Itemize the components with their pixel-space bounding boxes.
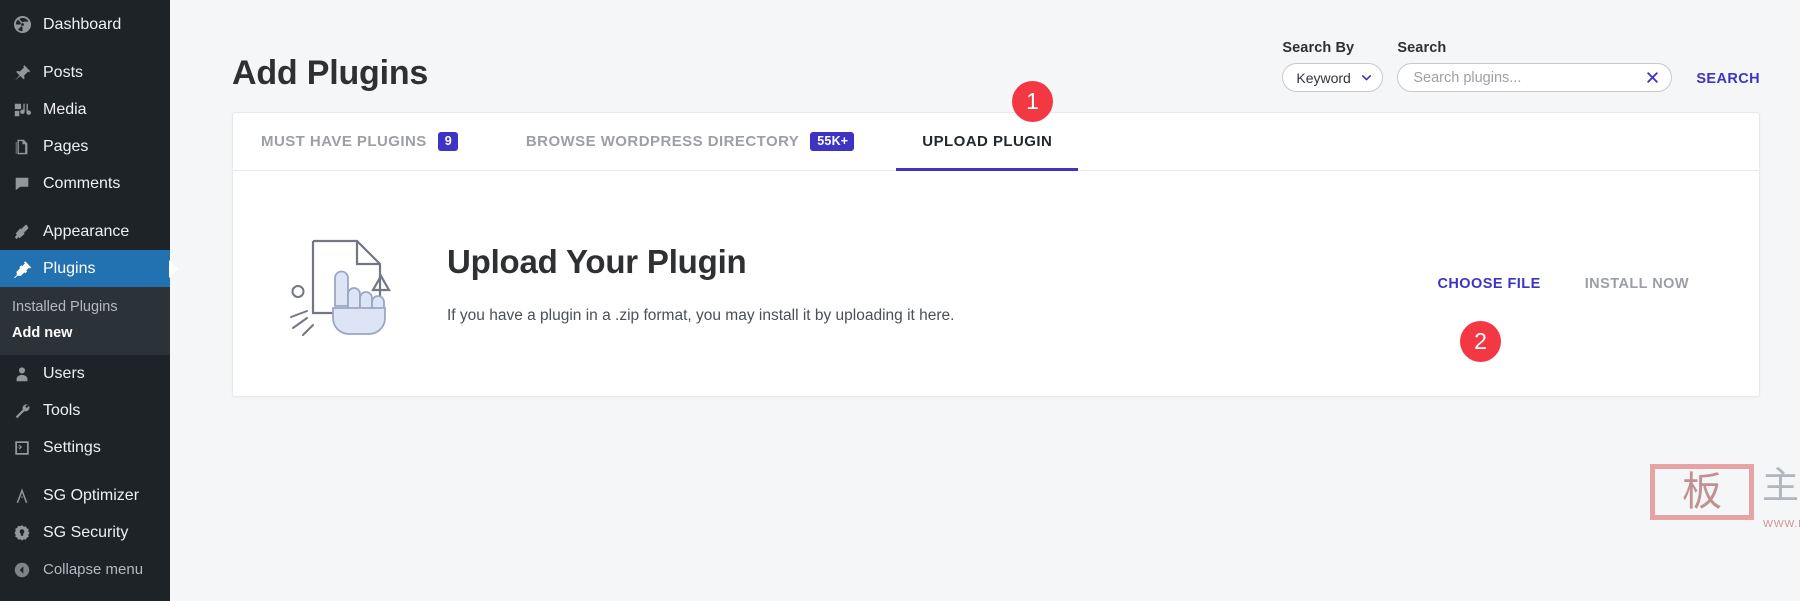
dashboard-icon [10,15,34,35]
comment-icon [10,174,34,194]
watermark-chars: 主题 [1762,464,1800,507]
sidebar-item-tools[interactable]: Tools [0,392,170,429]
sidebar-item-appearance[interactable]: Appearance [0,213,170,250]
sidebar-item-pages[interactable]: Pages [0,128,170,165]
sidebar-item-label: Plugins [43,259,96,277]
plugin-tabs: MUST HAVE PLUGINS 9 BROWSE WORDPRESS DIR… [233,113,1759,171]
status-badge: 9 [437,131,458,152]
sidebar-item-label: Comments [43,174,121,192]
watermark-url-text: WWW.BANZHUTI.COM [1763,518,1800,530]
chevron-down-icon [1360,71,1373,84]
plugins-submenu: Installed Plugins Add new [0,287,170,355]
search-controls: Search By Keyword Search Search plugins.… [1282,40,1760,92]
sidebar-item-label: Collapse menu [43,561,144,578]
document-hand-pointer-icon [277,222,407,345]
search-by-label: Search By [1282,40,1355,56]
upload-panel: Upload Your Plugin If you have a plugin … [233,171,1759,396]
sg-security-icon [10,523,34,543]
sidebar-item-label: Posts [43,63,84,81]
sidebar-divider [0,466,170,477]
sidebar-item-label: SG Optimizer [43,486,140,504]
annotation-marker-2: 2 [1460,321,1501,362]
search-input[interactable] [1413,69,1646,86]
sidebar-item-label: Dashboard [43,15,122,33]
tab-browse-wordpress-directory[interactable]: BROWSE WORDPRESS DIRECTORY 55K+ [526,113,888,170]
search-label: Search [1397,40,1447,56]
sidebar-item-label: Tools [43,401,81,419]
sidebar-item-settings[interactable]: Settings [0,429,170,466]
status-badge: 55K+ [810,131,855,152]
sidebar-item-plugins[interactable]: Plugins [0,250,170,287]
collapse-arrow-icon [10,560,34,580]
choose-file-button[interactable]: CHOOSE FILE [1437,276,1540,292]
plug-icon [10,259,34,279]
submenu-item-installed-plugins[interactable]: Installed Plugins [0,294,170,320]
close-icon[interactable] [1645,70,1660,85]
main-inner: Add Plugins Search By Keyword Search Sea… [170,0,1800,397]
search-group: Search [1397,40,1673,92]
sidebar-item-label: SG Security [43,523,129,541]
watermark-url: WWW.BANZHUTI.COM [1763,518,1800,530]
sidebar-item-dashboard[interactable]: Dashboard [0,6,170,43]
sg-optimizer-icon [10,486,34,506]
tab-upload-plugin[interactable]: UPLOAD PLUGIN [896,113,1086,171]
main-content: Add Plugins Search By Keyword Search Sea… [170,0,1800,601]
upload-text-block: Upload Your Plugin If you have a plugin … [447,243,954,325]
search-button[interactable]: SEARCH [1686,71,1760,92]
admin-sidebar: Dashboard Posts Media Pages Comments App… [0,0,170,601]
upload-description: If you have a plugin in a .zip format, y… [447,306,955,324]
page-title: Add Plugins [232,54,429,92]
sidebar-item-label: Appearance [43,222,130,240]
search-by-value: Keyword [1296,69,1351,86]
sidebar-item-label: Pages [43,137,89,155]
tab-label: UPLOAD PLUGIN [922,133,1053,150]
pin-icon [10,63,34,83]
page-header: Add Plugins Search By Keyword Search Sea… [232,0,1760,92]
plugins-card: MUST HAVE PLUGINS 9 BROWSE WORDPRESS DIR… [232,112,1760,397]
watermark-seal-char: 板 [1682,469,1722,515]
sidebar-item-sg-optimizer[interactable]: SG Optimizer [0,477,170,514]
sidebar-divider [0,43,170,54]
upload-title: Upload Your Plugin [447,242,747,280]
search-box[interactable] [1397,63,1673,92]
sidebar-item-sg-security[interactable]: SG Security [0,514,170,551]
sidebar-item-users[interactable]: Users [0,355,170,392]
search-by-select[interactable]: Keyword [1282,63,1384,92]
sidebar-item-label: Users [43,364,85,382]
settings-icon [10,438,34,458]
user-icon [10,364,34,384]
tab-label: BROWSE WORDPRESS DIRECTORY [525,133,800,150]
wrench-icon [10,401,34,421]
watermark-seal: 板 [1650,464,1754,520]
media-icon [10,100,34,120]
sidebar-divider [0,202,170,213]
sidebar-item-comments[interactable]: Comments [0,165,170,202]
sidebar-item-posts[interactable]: Posts [0,54,170,91]
sidebar-item-label: Settings [43,438,101,456]
wordpress-admin-screen: Dashboard Posts Media Pages Comments App… [0,0,1800,601]
annotation-marker-1: 1 [1012,81,1053,122]
brush-icon [10,222,34,242]
upload-actions: CHOOSE FILE INSTALL NOW [1437,276,1719,292]
install-now-button: INSTALL NOW [1584,275,1689,292]
sidebar-item-collapse-menu[interactable]: Collapse menu [0,551,170,588]
watermark: 板 主题 WWW.BANZHUTI.COM [1650,462,1800,536]
submenu-item-add-new[interactable]: Add new [0,320,170,346]
tab-label: MUST HAVE PLUGINS [261,133,427,150]
pages-icon [10,137,34,157]
sidebar-item-label: Media [43,100,87,118]
sidebar-item-media[interactable]: Media [0,91,170,128]
search-by-group: Search By Keyword [1282,40,1384,92]
tab-must-have-plugins[interactable]: MUST HAVE PLUGINS 9 [261,113,492,170]
